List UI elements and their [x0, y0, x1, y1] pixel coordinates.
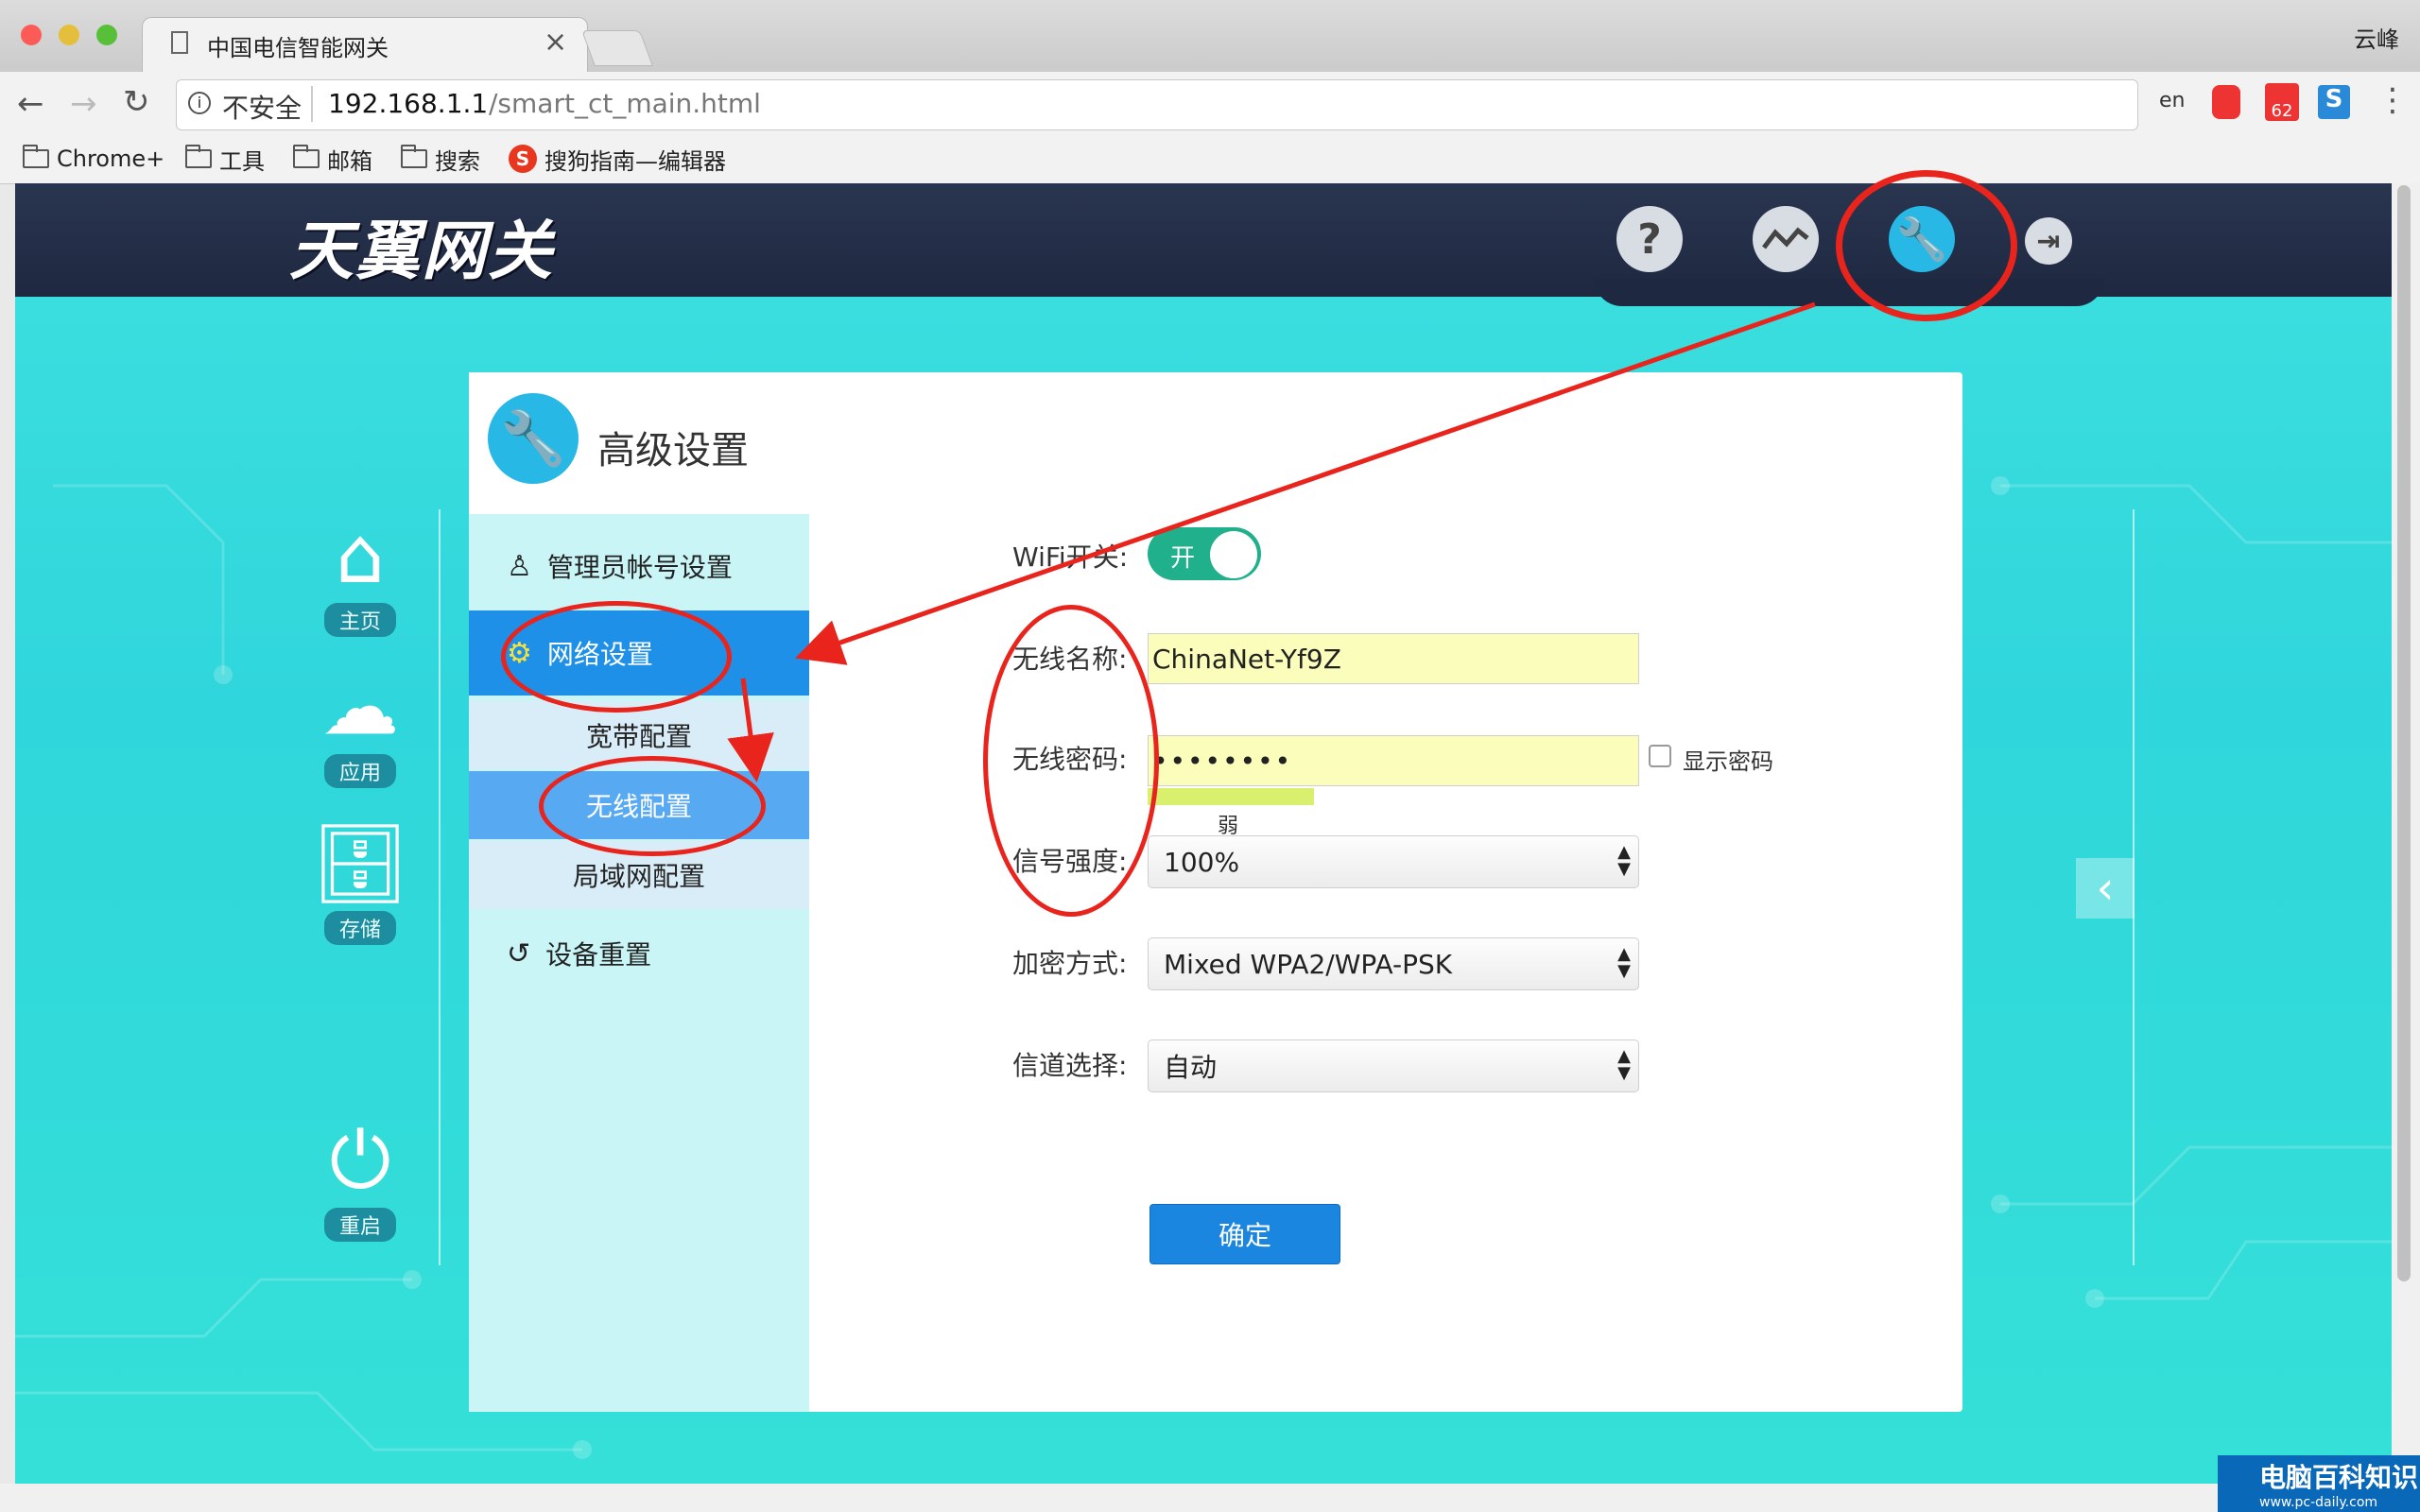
- select-arrows-icon: ▲ ▼: [1617, 842, 1631, 879]
- horizontal-scrollbar[interactable]: [0, 1484, 2392, 1512]
- annotation-ring-network: [501, 601, 732, 713]
- maximize-window-button[interactable]: [96, 25, 117, 45]
- tianyi-gateway-logo: 天翼网关: [289, 214, 555, 289]
- reset-icon: ↺: [507, 936, 531, 971]
- annotation-ring-fields: [983, 605, 1159, 917]
- side-nav-home[interactable]: ⌂ 主页: [299, 514, 422, 637]
- password-strength-bar: [1148, 788, 1314, 805]
- show-password-checkbox[interactable]: [1649, 745, 1671, 767]
- home-icon: ⌂: [335, 511, 386, 601]
- wrench-icon: 🔧: [488, 393, 579, 484]
- folder-icon: [293, 145, 320, 168]
- page-icon: [171, 31, 188, 54]
- url-host: 192.168.1.1: [328, 88, 489, 119]
- menu-label: 设备重置: [545, 939, 652, 971]
- reload-icon[interactable]: ↻: [123, 83, 150, 121]
- browser-tab[interactable]: 中国电信智能网关 ×: [142, 17, 588, 73]
- side-divider: [439, 509, 441, 1265]
- back-icon[interactable]: ←: [17, 85, 44, 123]
- watermark-url: www.pc-daily.com: [2259, 1495, 2378, 1510]
- password-input[interactable]: ••••••••: [1148, 735, 1639, 786]
- url-path: /smart_ct_main.html: [489, 88, 761, 119]
- close-window-button[interactable]: [21, 25, 42, 45]
- menu-label: 管理员帐号设置: [546, 552, 733, 583]
- select-value: 自动: [1164, 1052, 1218, 1083]
- security-label[interactable]: 不安全: [222, 88, 302, 126]
- watermark-logo: 电脑百科知识 www.pc-daily.com: [2218, 1455, 2420, 1512]
- channel-label: 信道选择:: [1012, 1050, 1128, 1081]
- bookmark-label: Chrome+: [57, 146, 165, 172]
- folder-icon: [185, 145, 212, 168]
- minimize-window-button[interactable]: [59, 25, 79, 45]
- ssid-input[interactable]: ChinaNet-Yf9Z: [1148, 633, 1639, 684]
- encryption-label: 加密方式:: [1012, 948, 1128, 979]
- select-value: 100%: [1164, 846, 1240, 878]
- logout-icon[interactable]: ⇥: [2025, 217, 2072, 265]
- tab-title: 中国电信智能网关: [207, 35, 389, 61]
- address-bar[interactable]: i 不安全 192.168.1.1 /smart_ct_main.html: [176, 79, 2138, 130]
- info-icon[interactable]: i: [188, 92, 211, 114]
- select-arrows-icon: ▲ ▼: [1617, 944, 1631, 981]
- menu-kebab-icon[interactable]: ⋮: [2377, 81, 2409, 119]
- signal-strength-select[interactable]: 100% ▲ ▼: [1148, 835, 1639, 888]
- forward-icon[interactable]: →: [70, 85, 97, 123]
- help-icon[interactable]: ?: [1616, 206, 1683, 272]
- profile-name[interactable]: 云峰: [2354, 21, 2399, 54]
- confirm-button[interactable]: 确定: [1150, 1204, 1340, 1264]
- menu-admin-account[interactable]: ♙ 管理员帐号设置: [469, 524, 809, 609]
- translate-icon[interactable]: en: [2159, 89, 2185, 112]
- annotation-ring-wrench: [1836, 170, 2017, 321]
- wifi-switch-label: WiFi开关:: [1012, 541, 1129, 573]
- bookmark-label: 搜索: [435, 147, 480, 175]
- bookmark-label: 工具: [219, 147, 265, 175]
- collapse-panel-button[interactable]: ‹: [2076, 858, 2135, 919]
- user-icon: ♙: [507, 549, 532, 583]
- side-nav-apps[interactable]: ☁ 应用: [299, 665, 422, 788]
- side-nav-label: 存储: [323, 911, 396, 945]
- annotation-ring-wireless: [539, 756, 766, 856]
- omnibox-divider: [311, 86, 313, 122]
- bookmark-mail[interactable]: 邮箱: [293, 144, 372, 175]
- toggle-knob: [1210, 531, 1257, 578]
- bookmark-chrome-plus[interactable]: Chrome+: [23, 144, 164, 174]
- adblock-icon[interactable]: [2212, 85, 2240, 119]
- panel-title: 高级设置: [597, 429, 749, 472]
- tab-close-icon[interactable]: ×: [544, 26, 567, 59]
- watermark-title: 电脑百科知识: [2259, 1462, 2419, 1493]
- select-arrows-icon: ▲ ▼: [1617, 1046, 1631, 1083]
- toggle-state-label: 开: [1170, 544, 1196, 573]
- sogou-extension-icon[interactable]: S: [2318, 85, 2350, 119]
- bookmark-label: 搜狗指南—编辑器: [544, 147, 726, 175]
- storage-icon: 🗄: [310, 819, 410, 909]
- folder-icon: [23, 145, 49, 168]
- extension-badge[interactable]: 62: [2265, 83, 2299, 121]
- side-nav-label: 主页: [323, 603, 396, 637]
- channel-select[interactable]: 自动 ▲ ▼: [1148, 1040, 1639, 1092]
- side-nav-reboot[interactable]: ⏻ 重启: [299, 1119, 422, 1242]
- stats-icon[interactable]: [1753, 206, 1819, 272]
- submenu-label: 局域网配置: [572, 861, 705, 892]
- trend-line-icon: [1762, 227, 1809, 249]
- side-nav-label: 重启: [323, 1208, 396, 1242]
- bookmark-label: 邮箱: [327, 147, 372, 175]
- submenu-label: 宽带配置: [585, 721, 692, 752]
- side-nav-label: 应用: [323, 754, 396, 788]
- side-nav-storage[interactable]: 🗄 存储: [299, 822, 422, 945]
- router-admin-page: 天翼网关 ? 🔧 ⇥ ⌂ 主页 ☁ 应用 🗄 存储 ⏻ 重启 ‹ 🔧 高级设置 …: [15, 183, 2392, 1484]
- vertical-scroll-thumb[interactable]: [2397, 185, 2411, 1281]
- encryption-select[interactable]: Mixed WPA2/WPA-PSK ▲ ▼: [1148, 937, 1639, 990]
- select-value: Mixed WPA2/WPA-PSK: [1164, 948, 1453, 980]
- folder-icon: [401, 145, 427, 168]
- bookmark-sogou-guide[interactable]: S 搜狗指南—编辑器: [509, 144, 726, 175]
- bookmark-search[interactable]: 搜索: [401, 144, 480, 175]
- sogou-icon: S: [509, 145, 537, 173]
- power-icon: ⏻: [329, 1116, 391, 1206]
- cloud-icon: ☁: [321, 662, 399, 752]
- bookmark-tools[interactable]: 工具: [185, 144, 265, 175]
- menu-device-reset[interactable]: ↺ 设备重置: [469, 911, 809, 996]
- show-password-label[interactable]: 显示密码: [1683, 743, 1773, 776]
